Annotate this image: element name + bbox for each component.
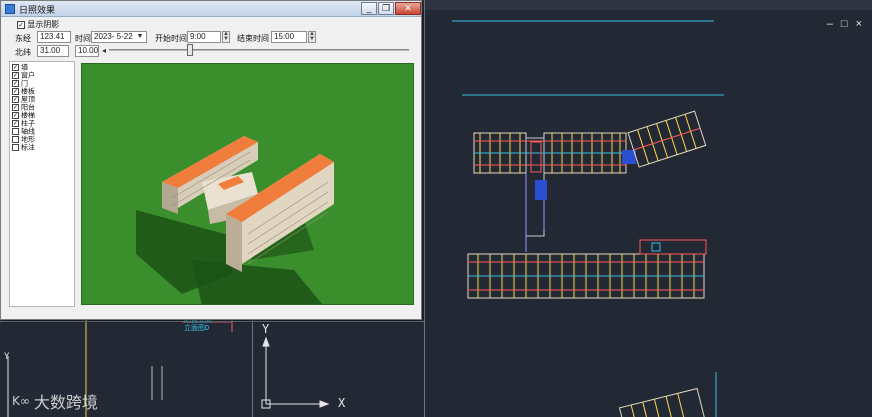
checkbox-check-icon[interactable]: ✓ <box>17 20 25 29</box>
plan-partial-wing <box>618 387 705 417</box>
viewport-divider-horizontal[interactable] <box>0 321 424 322</box>
start-time-field[interactable]: 9:00 <box>187 31 221 43</box>
time-slider-track[interactable] <box>109 49 409 51</box>
layer-item[interactable]: 地形 <box>12 136 72 144</box>
layer-label: 窗户 <box>21 72 35 80</box>
layer-label: 轴线 <box>21 128 35 136</box>
layer-item[interactable]: ✓ 门 <box>12 80 72 88</box>
building-3d-render <box>136 136 334 304</box>
layer-checkbox-icon[interactable]: ✓ <box>12 64 19 71</box>
plan-lower-wing <box>467 239 707 299</box>
layer-checkbox-icon[interactable]: ✓ <box>12 96 19 103</box>
plan-upper-wing <box>473 132 627 237</box>
start-time-spinner-icon[interactable]: ▲ ▼ <box>222 31 230 43</box>
show-shadow-checkbox[interactable]: ✓ 显示阴影 <box>17 19 59 30</box>
end-time-field[interactable]: 15:00 <box>271 31 307 43</box>
chevron-down-icon[interactable]: ▼ <box>135 31 145 43</box>
plan-rotated-wing <box>627 110 707 168</box>
layer-checkbox-icon[interactable] <box>12 128 19 135</box>
layer-label: 屋顶 <box>21 96 35 104</box>
layer-label: 柱子 <box>21 120 35 128</box>
brand-logo-icon: K∞ <box>12 394 30 408</box>
shadow-row: ✓ 显示阴影 <box>1 18 421 32</box>
close-button[interactable]: ✕ <box>395 2 421 15</box>
latitude-label: 北纬 <box>15 48 31 57</box>
params-row: 东经 123.41 时间 2023- 5-22 ▼ 开始时间 9:00 ▲ ▼ 结… <box>1 31 421 45</box>
layer-checkbox-icon[interactable] <box>12 144 19 151</box>
layer-label: 地形 <box>21 136 35 144</box>
layer-checkbox-icon[interactable]: ✓ <box>12 80 19 87</box>
sunlight-effect-dialog[interactable]: 日照效果 _ ❐ ✕ ✓ 显示阴影 东经 123.41 时间 2023- 5-2… <box>0 0 422 320</box>
layer-item[interactable]: ✓ 楼板 <box>12 88 72 96</box>
watermark-text: 大数跨境 <box>33 395 98 412</box>
date-label: 时间 <box>75 34 91 43</box>
layer-checkbox-icon[interactable]: ✓ <box>12 104 19 111</box>
layer-label: 楼板 <box>21 88 35 96</box>
layer-checkbox-icon[interactable]: ✓ <box>12 88 19 95</box>
dialog-title-bar[interactable]: 日照效果 _ ❐ ✕ <box>1 1 421 17</box>
layer-checkbox-icon[interactable]: ✓ <box>12 112 19 119</box>
restore-button[interactable]: ❐ <box>378 2 394 15</box>
layer-item[interactable]: ✓ 楼梯 <box>12 112 72 120</box>
layer-checkbox-icon[interactable]: ✓ <box>12 120 19 127</box>
layer-label: 门 <box>21 80 28 88</box>
layer-item[interactable]: ✓ 屋顶 <box>12 96 72 104</box>
viewport-divider-left[interactable] <box>252 320 253 417</box>
layer-checkbox-icon[interactable] <box>12 136 19 143</box>
show-shadow-label: 显示阴影 <box>27 20 60 29</box>
layer-item[interactable]: 标注 <box>12 144 72 152</box>
longitude-label: 东经 <box>15 34 31 43</box>
longitude-field[interactable]: 123.41 <box>37 31 71 43</box>
shadow-3d-preview[interactable] <box>81 63 414 305</box>
axis-y-label-left: Y <box>4 352 10 362</box>
start-time-label: 开始时间 <box>155 34 187 43</box>
layer-label: 阳台 <box>21 104 35 112</box>
cad-annotation-line-2: 立面图D <box>184 324 210 332</box>
axis-x-label: X <box>338 396 346 410</box>
end-time-spinner-icon[interactable]: ▲ ▼ <box>308 31 316 43</box>
ucs-axis-icon <box>261 336 330 409</box>
layer-item[interactable]: ✓ 阳台 <box>12 104 72 112</box>
layer-label: 楼梯 <box>21 112 35 120</box>
end-time-label: 结束时间 <box>237 34 269 43</box>
viewport-divider-right[interactable] <box>424 0 425 417</box>
minimize-button[interactable]: _ <box>361 2 377 15</box>
axis-y-label: Y <box>262 322 270 336</box>
layer-label: 墙 <box>21 64 28 72</box>
watermark: K∞ 大数跨境 <box>12 389 98 413</box>
layer-item[interactable]: ✓ 墙 <box>12 64 72 72</box>
layer-checklist[interactable]: ✓ 墙 ✓ 窗户 ✓ 门 ✓ 楼板 ✓ 屋顶 ✓ 阳台 ✓ 楼梯 ✓ 柱子 轴线 地形 标注 <box>9 61 75 307</box>
latitude-field[interactable]: 31.00 <box>37 45 69 57</box>
latitude-row: 北纬 31.00 10.00 ◂ <box>1 45 421 59</box>
slider-left-arrow-icon[interactable]: ◂ <box>99 45 109 57</box>
time-slider-thumb[interactable] <box>187 44 193 56</box>
layer-checkbox-icon[interactable]: ✓ <box>12 72 19 79</box>
layer-label: 标注 <box>21 144 35 152</box>
app-icon <box>5 4 15 14</box>
layer-item[interactable]: ✓ 柱子 <box>12 120 72 128</box>
speed-field[interactable]: 10.00 <box>75 45 99 57</box>
layer-item[interactable]: 轴线 <box>12 128 72 136</box>
layer-item[interactable]: ✓ 窗户 <box>12 72 72 80</box>
dialog-title: 日照效果 <box>19 5 56 15</box>
